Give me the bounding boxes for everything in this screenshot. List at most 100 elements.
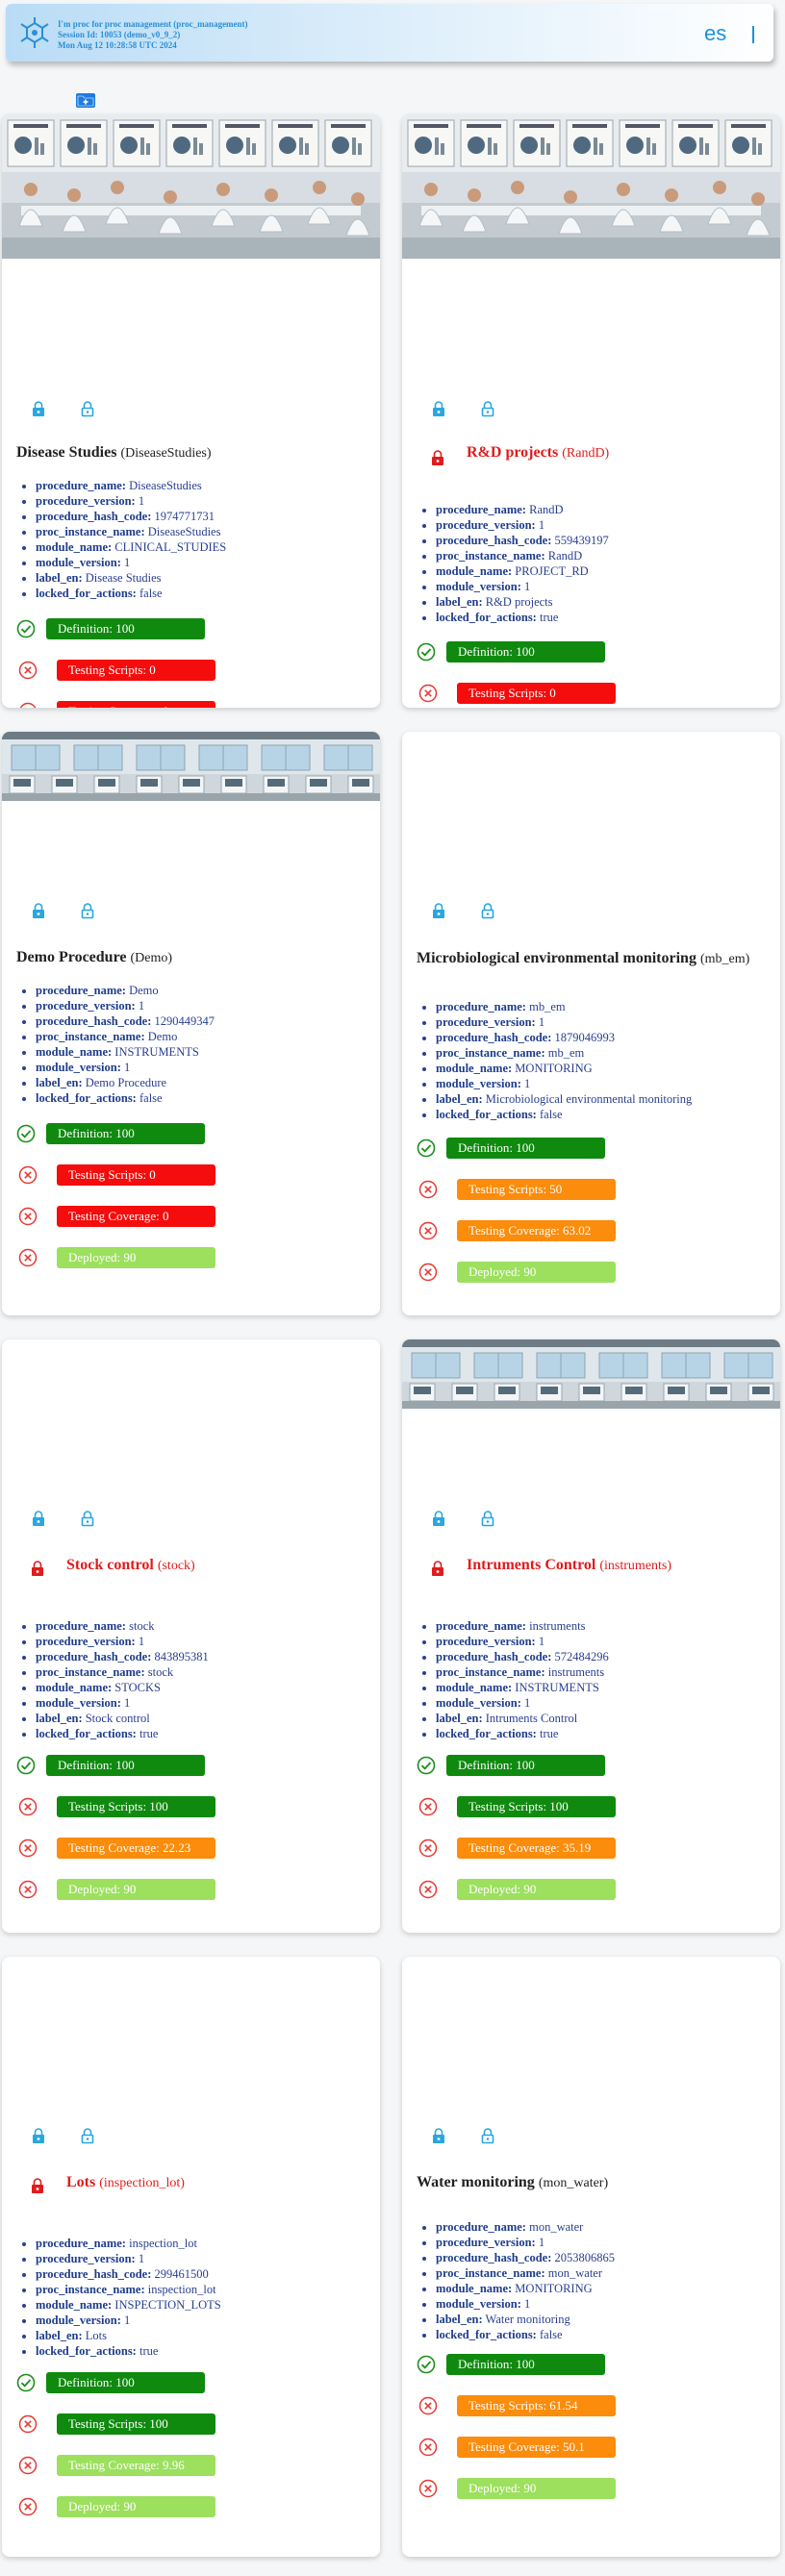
x-circle-icon[interactable] xyxy=(18,1207,38,1226)
add-procedure-button[interactable] xyxy=(76,93,95,108)
check-circle-icon[interactable] xyxy=(16,1756,36,1775)
status-pill: Testing Scripts: 100 xyxy=(57,2413,215,2435)
lock-action-icon[interactable] xyxy=(32,2128,45,2144)
language-toggle-button[interactable]: es xyxy=(704,21,726,46)
property-value: Microbiological environmental monitoring xyxy=(485,1092,693,1106)
property-item: locked_for_actions: false xyxy=(36,586,226,601)
procedure-title-name: Microbiological environmental monitoring xyxy=(417,950,696,966)
status-pill: Definition: 100 xyxy=(46,1755,205,1776)
x-circle-icon[interactable] xyxy=(18,2414,38,2434)
unlock-action-icon[interactable] xyxy=(81,2128,94,2144)
property-key: procedure_hash_code: xyxy=(36,510,152,523)
property-key: module_version: xyxy=(36,556,121,569)
property-key: procedure_name: xyxy=(436,503,526,516)
x-circle-icon[interactable] xyxy=(418,1880,438,1899)
procedure-title-code: (mb_em) xyxy=(699,952,750,966)
lock-action-icon[interactable] xyxy=(32,1511,45,1527)
lock-action-icon[interactable] xyxy=(432,903,445,919)
x-circle-icon[interactable] xyxy=(418,1263,438,1282)
status-pill: Testing Coverage: 0 xyxy=(57,1206,215,1227)
unlock-action-icon[interactable] xyxy=(81,1511,94,1527)
x-circle-icon[interactable] xyxy=(18,1838,38,1858)
status-row: Deployed: 90 xyxy=(417,2476,667,2501)
x-circle-icon[interactable] xyxy=(18,1797,38,1816)
check-circle-icon[interactable] xyxy=(417,642,436,662)
property-item: proc_instance_name: DiseaseStudies xyxy=(36,524,226,539)
property-item: module_name: MONITORING xyxy=(436,1061,692,1076)
x-circle-icon[interactable] xyxy=(418,1838,438,1858)
procedure-title: Disease Studies (DiseaseStudies) xyxy=(16,444,212,462)
status-row: Testing Coverage: 35.19 xyxy=(417,1836,667,1861)
status-row: Definition: 100 xyxy=(16,1121,266,1146)
property-item: module_name: INSTRUMENTS xyxy=(36,1044,215,1060)
procedure-title: Lots (inspection_lot) xyxy=(66,2174,185,2191)
status-pill: Testing Coverage: 0 xyxy=(57,701,215,708)
procedure-title-code: (Demo) xyxy=(130,951,173,965)
property-item: locked_for_actions: true xyxy=(436,1726,609,1741)
x-circle-icon[interactable] xyxy=(418,2438,438,2457)
property-value: stock xyxy=(147,1665,174,1679)
x-circle-icon[interactable] xyxy=(418,1221,438,1240)
property-key: procedure_version: xyxy=(36,1635,136,1648)
lock-action-icon[interactable] xyxy=(32,903,45,919)
x-circle-icon[interactable] xyxy=(18,2497,38,2516)
procedure-title-code: (inspection_lot) xyxy=(99,2176,185,2190)
status-pill: Testing Scripts: 100 xyxy=(457,1796,616,1817)
check-circle-icon[interactable] xyxy=(417,1138,436,1158)
x-circle-icon[interactable] xyxy=(418,2396,438,2415)
status-row: Deployed: 90 xyxy=(16,1245,266,1270)
locked-icon xyxy=(31,2178,46,2197)
property-item: locked_for_actions: true xyxy=(436,610,609,625)
x-circle-icon[interactable] xyxy=(418,1797,438,1816)
status-pill: Testing Coverage: 22.23 xyxy=(57,1838,215,1859)
property-key: locked_for_actions: xyxy=(436,2328,537,2341)
property-item: proc_instance_name: instruments xyxy=(436,1664,609,1680)
unlock-action-icon[interactable] xyxy=(81,903,94,919)
property-value: 1 xyxy=(124,556,131,569)
status-row: Definition: 100 xyxy=(417,1753,667,1778)
procedure-title-name: Stock control xyxy=(66,1557,154,1573)
property-item: proc_instance_name: inspection_lot xyxy=(36,2282,221,2297)
property-item: locked_for_actions: false xyxy=(436,2327,615,2342)
property-item: proc_instance_name: Demo xyxy=(36,1029,215,1044)
unlock-action-icon[interactable] xyxy=(481,1511,494,1527)
x-circle-icon[interactable] xyxy=(18,1165,38,1185)
x-circle-icon[interactable] xyxy=(18,661,38,680)
property-value: 1 xyxy=(538,1635,545,1648)
property-key: proc_instance_name: xyxy=(436,1046,545,1060)
check-circle-icon[interactable] xyxy=(417,2355,436,2374)
check-circle-icon[interactable] xyxy=(16,619,36,638)
property-value: Demo xyxy=(129,984,159,997)
card-image xyxy=(2,732,380,801)
check-circle-icon[interactable] xyxy=(417,1756,436,1775)
x-circle-icon[interactable] xyxy=(18,1880,38,1899)
procedure-card: Demo Procedure (Demo) procedure_name: De… xyxy=(2,732,380,1315)
x-circle-icon[interactable] xyxy=(418,2479,438,2498)
procedure-properties: procedure_name: DiseaseStudiesprocedure_… xyxy=(20,478,226,601)
property-value: true xyxy=(139,1727,159,1740)
status-pill: Testing Scripts: 0 xyxy=(57,660,215,681)
property-key: procedure_version: xyxy=(36,999,136,1013)
lock-action-icon[interactable] xyxy=(432,401,445,417)
unlock-action-icon[interactable] xyxy=(81,401,94,417)
unlock-action-icon[interactable] xyxy=(481,903,494,919)
check-circle-icon[interactable] xyxy=(16,2373,36,2392)
procedure-title-name: R&D projects xyxy=(467,444,559,461)
property-item: procedure_name: RandD xyxy=(436,502,609,517)
status-row: Testing Coverage: 0 xyxy=(16,699,266,708)
x-circle-icon[interactable] xyxy=(18,2456,38,2475)
lock-action-icon[interactable] xyxy=(32,401,45,417)
x-circle-icon[interactable] xyxy=(418,1180,438,1199)
x-circle-icon[interactable] xyxy=(18,1248,38,1267)
lock-action-icon[interactable] xyxy=(432,2128,445,2144)
property-item: procedure_hash_code: 1974771731 xyxy=(36,509,226,524)
x-circle-icon[interactable] xyxy=(418,684,438,703)
lock-action-icon[interactable] xyxy=(432,1511,445,1527)
check-circle-icon[interactable] xyxy=(16,1124,36,1143)
unlock-action-icon[interactable] xyxy=(481,2128,494,2144)
property-key: procedure_name: xyxy=(36,479,126,492)
unlock-action-icon[interactable] xyxy=(481,401,494,417)
status-row: Deployed: 90 xyxy=(16,2494,266,2519)
property-value: MONITORING xyxy=(515,2282,593,2295)
x-circle-icon[interactable] xyxy=(18,702,38,708)
